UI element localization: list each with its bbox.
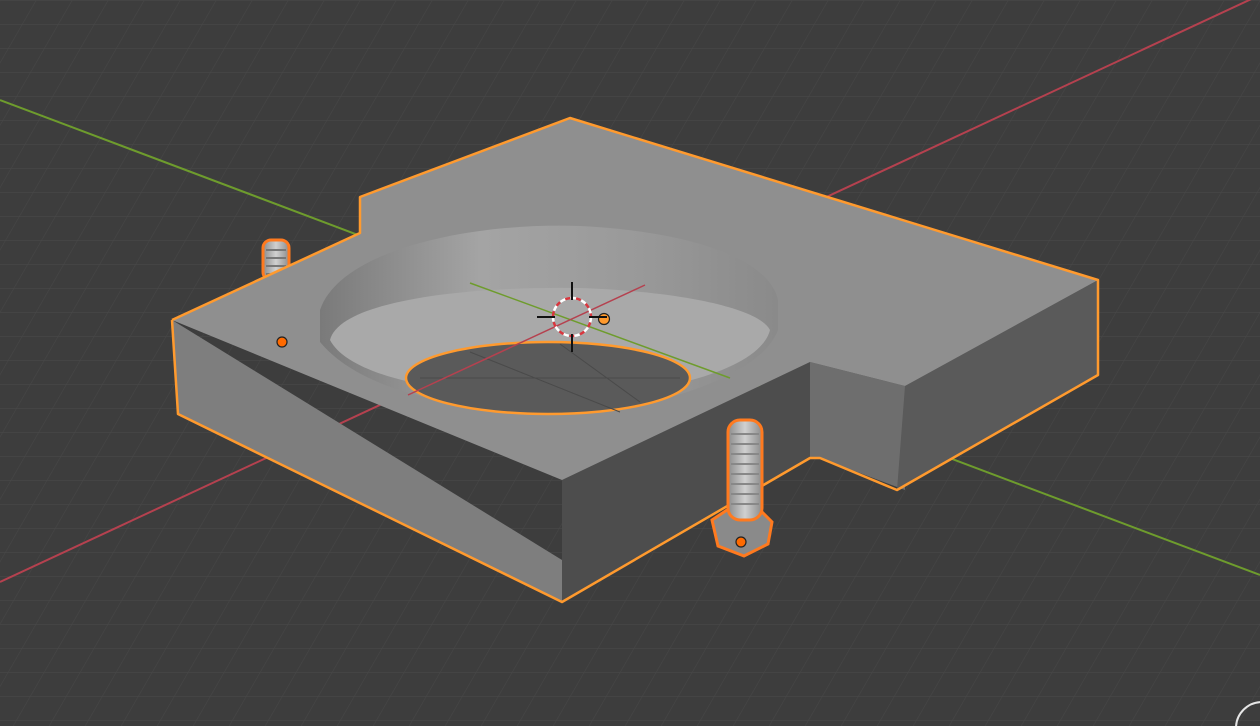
3d-viewport[interactable] [0, 0, 1260, 726]
origin-dot-center[interactable] [597, 312, 611, 326]
origin-dot-screw[interactable] [735, 536, 747, 548]
origin-dot-plate[interactable] [276, 336, 288, 348]
viewport-canvas[interactable] [0, 0, 1260, 726]
